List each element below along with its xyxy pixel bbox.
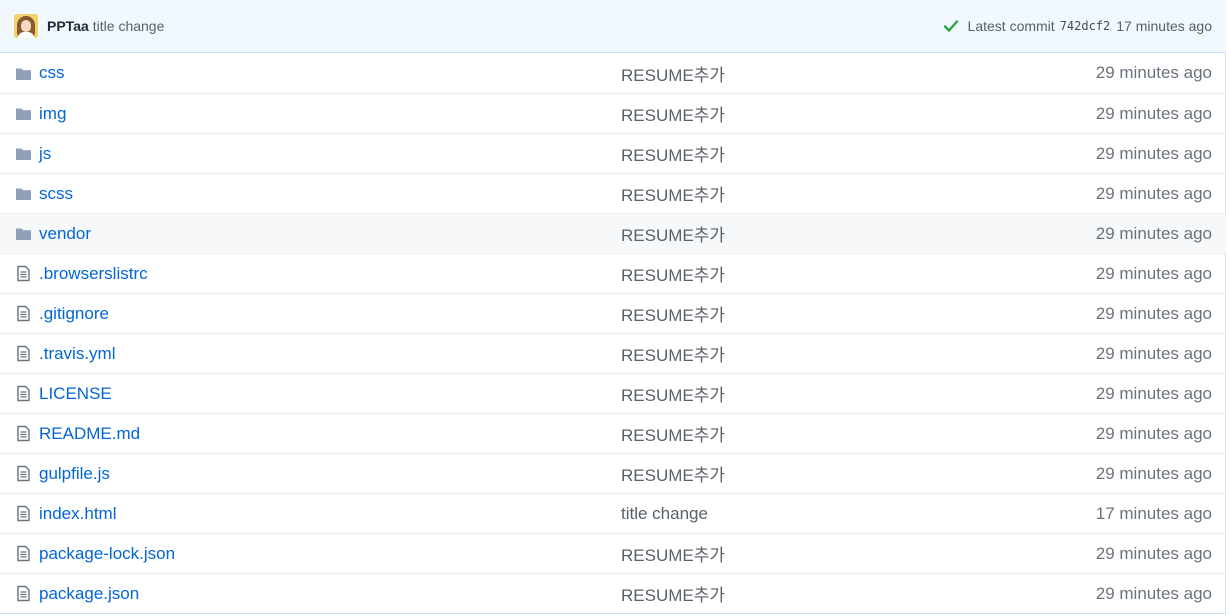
file-icon [17,385,30,402]
file-commit-age: 17 minutes ago [1095,503,1212,523]
file-name-link[interactable]: .gitignore [39,304,621,324]
file-commit-message-link[interactable]: RESUME추가 [621,181,1021,206]
file-row[interactable]: js RESUME추가 29 minutes ago [0,133,1226,173]
file-commit-message-link[interactable]: RESUME추가 [621,141,1021,166]
file-name-link[interactable]: scss [39,184,621,204]
file-name-link[interactable]: .travis.yml [39,344,621,364]
file-row[interactable]: index.html title change 17 minutes ago [0,493,1226,533]
file-name-link[interactable]: README.md [39,424,621,444]
latest-commit-label: Latest commit [967,18,1055,34]
file-icon [17,305,30,322]
folder-icon [16,148,31,160]
file-name-link[interactable]: css [39,63,621,83]
file-list: css RESUME추가 29 minutes ago img RESUME추가… [0,53,1226,613]
file-commit-age: 29 minutes ago [1095,263,1212,283]
check-icon [943,20,958,32]
file-row[interactable]: LICENSE RESUME추가 29 minutes ago [0,373,1226,413]
commit-message-link[interactable]: title change [93,18,165,34]
file-row[interactable]: img RESUME추가 29 minutes ago [0,93,1226,133]
file-commit-age: 29 minutes ago [1095,343,1212,363]
file-commit-message-link[interactable]: RESUME추가 [621,301,1021,326]
file-icon [17,345,30,362]
file-commit-age: 29 minutes ago [1095,63,1212,82]
file-icon [17,425,30,442]
file-row[interactable]: .travis.yml RESUME추가 29 minutes ago [0,333,1226,373]
file-browser: PPTaa title change Latest commit 742dcf2… [0,0,1226,614]
file-commit-age: 29 minutes ago [1095,303,1212,323]
commit-sha-link[interactable]: 742dcf2 [1060,19,1111,33]
file-commit-message-link[interactable]: RESUME추가 [621,101,1021,126]
file-commit-message-link[interactable]: RESUME추가 [621,221,1021,246]
file-row[interactable]: css RESUME추가 29 minutes ago [0,53,1226,93]
file-row[interactable]: .gitignore RESUME추가 29 minutes ago [0,293,1226,333]
file-commit-age: 29 minutes ago [1095,543,1212,563]
file-row[interactable]: package.json RESUME추가 29 minutes ago [0,573,1226,613]
file-name-link[interactable]: img [39,104,621,124]
folder-icon [16,188,31,200]
file-commit-message-link[interactable]: RESUME추가 [621,421,1021,446]
file-icon [17,265,30,282]
file-row[interactable]: vendor RESUME추가 29 minutes ago [0,213,1226,253]
folder-icon [16,108,31,120]
latest-commit-info: Latest commit 742dcf2 17 minutes ago [943,18,1212,34]
file-row[interactable]: package-lock.json RESUME추가 29 minutes ag… [0,533,1226,573]
file-commit-age: 29 minutes ago [1095,103,1212,123]
file-name-link[interactable]: js [39,144,621,164]
file-row[interactable]: README.md RESUME추가 29 minutes ago [0,413,1226,453]
file-icon [17,465,30,482]
folder-icon [16,68,31,80]
author-avatar[interactable] [14,14,38,38]
file-name-link[interactable]: vendor [39,224,621,244]
file-name-link[interactable]: LICENSE [39,384,621,404]
file-row[interactable]: scss RESUME추가 29 minutes ago [0,173,1226,213]
file-name-link[interactable]: package.json [39,584,621,604]
file-commit-message-link[interactable]: RESUME추가 [621,261,1021,286]
file-commit-message-link[interactable]: RESUME추가 [621,461,1021,486]
file-commit-age: 29 minutes ago [1095,223,1212,243]
file-name-link[interactable]: package-lock.json [39,544,621,564]
folder-icon [16,228,31,240]
file-name-link[interactable]: .browserslistrc [39,264,621,284]
file-name-link[interactable]: gulpfile.js [39,464,621,484]
file-commit-age: 29 minutes ago [1095,463,1212,483]
file-icon [17,545,30,562]
file-commit-message-link[interactable]: RESUME추가 [621,541,1021,566]
file-row[interactable]: gulpfile.js RESUME추가 29 minutes ago [0,453,1226,493]
commit-age: 17 minutes ago [1116,18,1212,34]
file-icon [17,505,30,522]
file-commit-age: 29 minutes ago [1095,143,1212,163]
file-commit-message-link[interactable]: RESUME추가 [621,381,1021,406]
file-commit-age: 29 minutes ago [1095,383,1212,403]
file-commit-age: 29 minutes ago [1095,183,1212,203]
commit-author-link[interactable]: PPTaa [47,18,89,34]
file-row[interactable]: .browserslistrc RESUME추가 29 minutes ago [0,253,1226,293]
file-commit-message-link[interactable]: RESUME추가 [621,61,1021,86]
file-commit-age: 29 minutes ago [1095,583,1212,603]
file-commit-message-link[interactable]: RESUME추가 [621,581,1021,606]
file-icon [17,585,30,602]
file-commit-message-link[interactable]: title change [621,504,1021,524]
file-name-link[interactable]: index.html [39,504,621,524]
latest-commit-bar: PPTaa title change Latest commit 742dcf2… [0,0,1226,53]
file-commit-message-link[interactable]: RESUME추가 [621,341,1021,366]
file-commit-age: 29 minutes ago [1095,423,1212,443]
